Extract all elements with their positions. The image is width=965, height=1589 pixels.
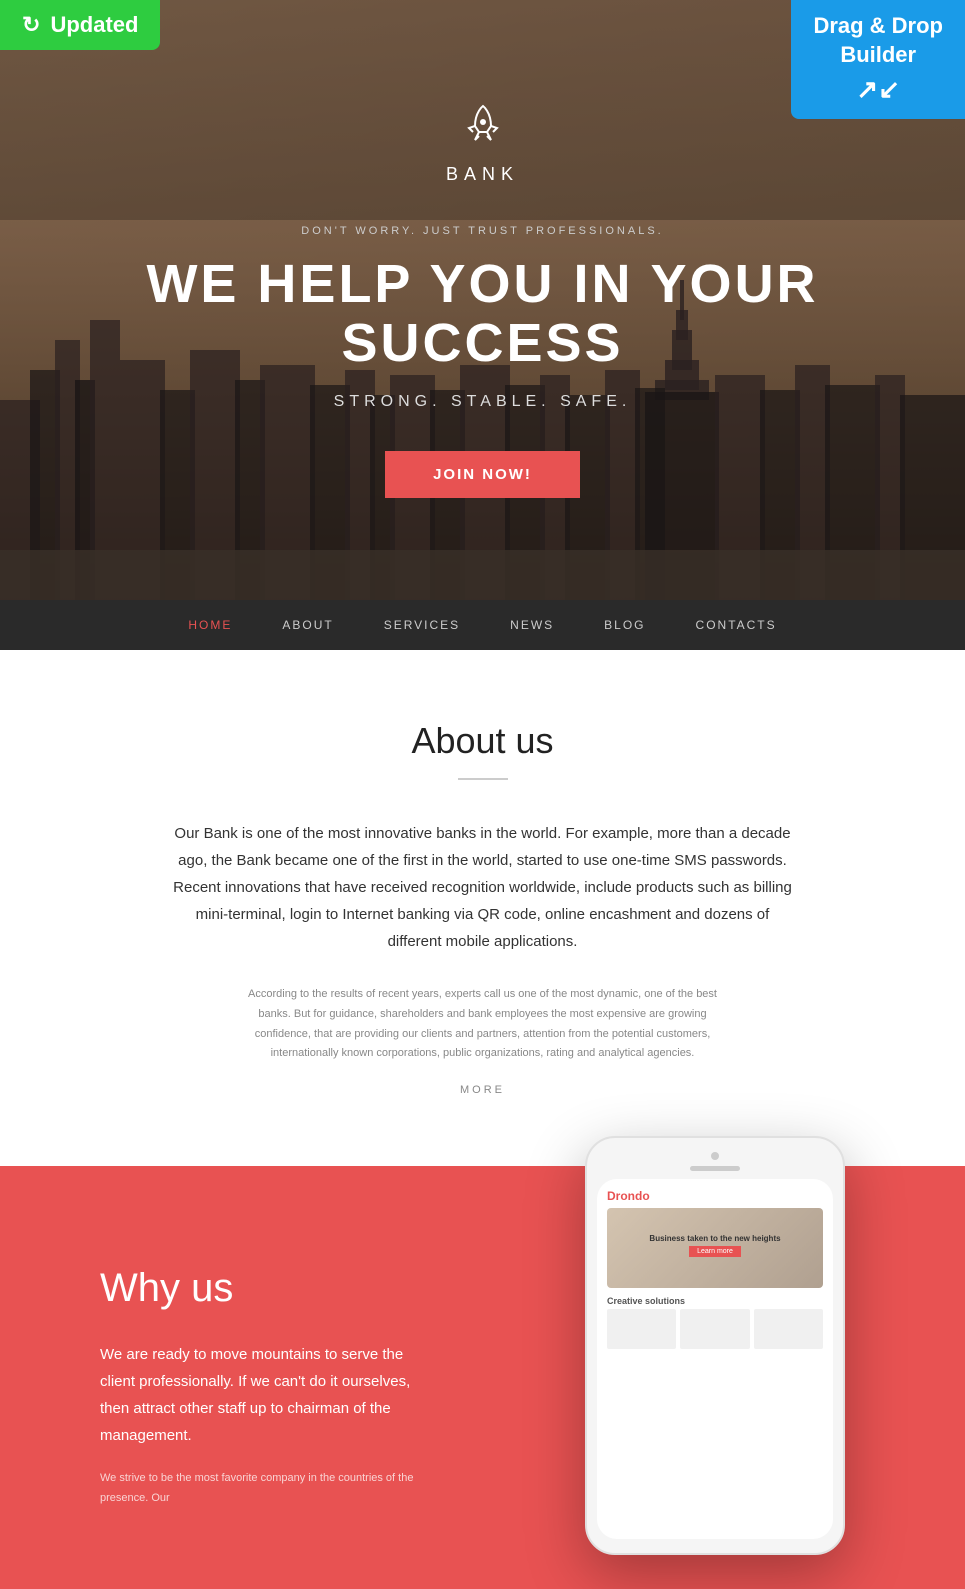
updated-badge: ↻ Updated (0, 0, 160, 50)
nav-item-blog[interactable]: BLOG (604, 618, 645, 632)
nav-item-services[interactable]: SERVICES (384, 618, 460, 632)
phone-mockup: Drondo Business taken to the new heights… (585, 1136, 845, 1555)
why-us-title: Why us (100, 1266, 420, 1311)
screen-items (607, 1309, 823, 1349)
why-us-content: Why us We are ready to move mountains to… (0, 1246, 480, 1529)
hero-title: WE HELP YOU IN YOUR SUCCESS (0, 255, 965, 374)
screen-hero-image: Business taken to the new heights Learn … (607, 1208, 823, 1288)
nav-item-about[interactable]: ABOUT (282, 618, 333, 632)
hero-subtitle: DON'T WORRY. JUST TRUST PROFESSIONALS. (301, 225, 663, 237)
dnd-badge: Drag & Drop Builder ↗↙ (791, 0, 965, 119)
screen-item-3 (754, 1309, 823, 1349)
more-link[interactable]: MORE (100, 1084, 865, 1096)
refresh-icon: ↻ (22, 12, 40, 38)
screen-cta: Learn more (689, 1246, 741, 1257)
screen-section: Creative solutions (607, 1296, 823, 1306)
dnd-line1: Drag & Drop (813, 13, 943, 38)
brand-name: BANK (446, 164, 519, 185)
phone-frame: Drondo Business taken to the new heights… (585, 1136, 845, 1555)
hero-tagline: STRONG. STABLE. SAFE. (334, 393, 632, 411)
nav-item-home[interactable]: HOME (188, 618, 232, 632)
about-secondary-text: According to the results of recent years… (243, 985, 723, 1064)
navbar: HOME ABOUT SERVICES NEWS BLOG CONTACTS (0, 600, 965, 650)
nav-item-news[interactable]: NEWS (510, 618, 554, 632)
phone-screen-content: Drondo Business taken to the new heights… (597, 1179, 833, 1539)
nav-item-contacts[interactable]: CONTACTS (696, 618, 777, 632)
about-divider (458, 778, 508, 780)
phone-screen: Drondo Business taken to the new heights… (597, 1179, 833, 1539)
join-now-button[interactable]: JOIN NOW! (385, 451, 580, 498)
phone-camera (711, 1152, 719, 1160)
arrows-icon: ↗↙ (813, 73, 943, 107)
hero-content: BANK DON'T WORRY. JUST TRUST PROFESSIONA… (0, 102, 965, 499)
screen-logo: Drondo (607, 1189, 823, 1203)
screen-item-1 (607, 1309, 676, 1349)
about-title: About us (100, 720, 865, 762)
rocket-icon (459, 102, 507, 150)
screen-hero-text: Business taken to the new heights (649, 1234, 780, 1243)
updated-label: Updated (50, 12, 138, 38)
why-us-secondary-text: We strive to be the most favorite compan… (100, 1469, 420, 1509)
why-us-main-text: We are ready to move mountains to serve … (100, 1341, 420, 1449)
about-section: About us Our Bank is one of the most inn… (0, 650, 965, 1166)
screen-item-2 (680, 1309, 749, 1349)
why-us-section: Why us We are ready to move mountains to… (0, 1166, 965, 1589)
phone-speaker (690, 1166, 740, 1171)
about-main-text: Our Bank is one of the most innovative b… (173, 820, 793, 955)
dnd-line2: Builder (840, 42, 916, 67)
